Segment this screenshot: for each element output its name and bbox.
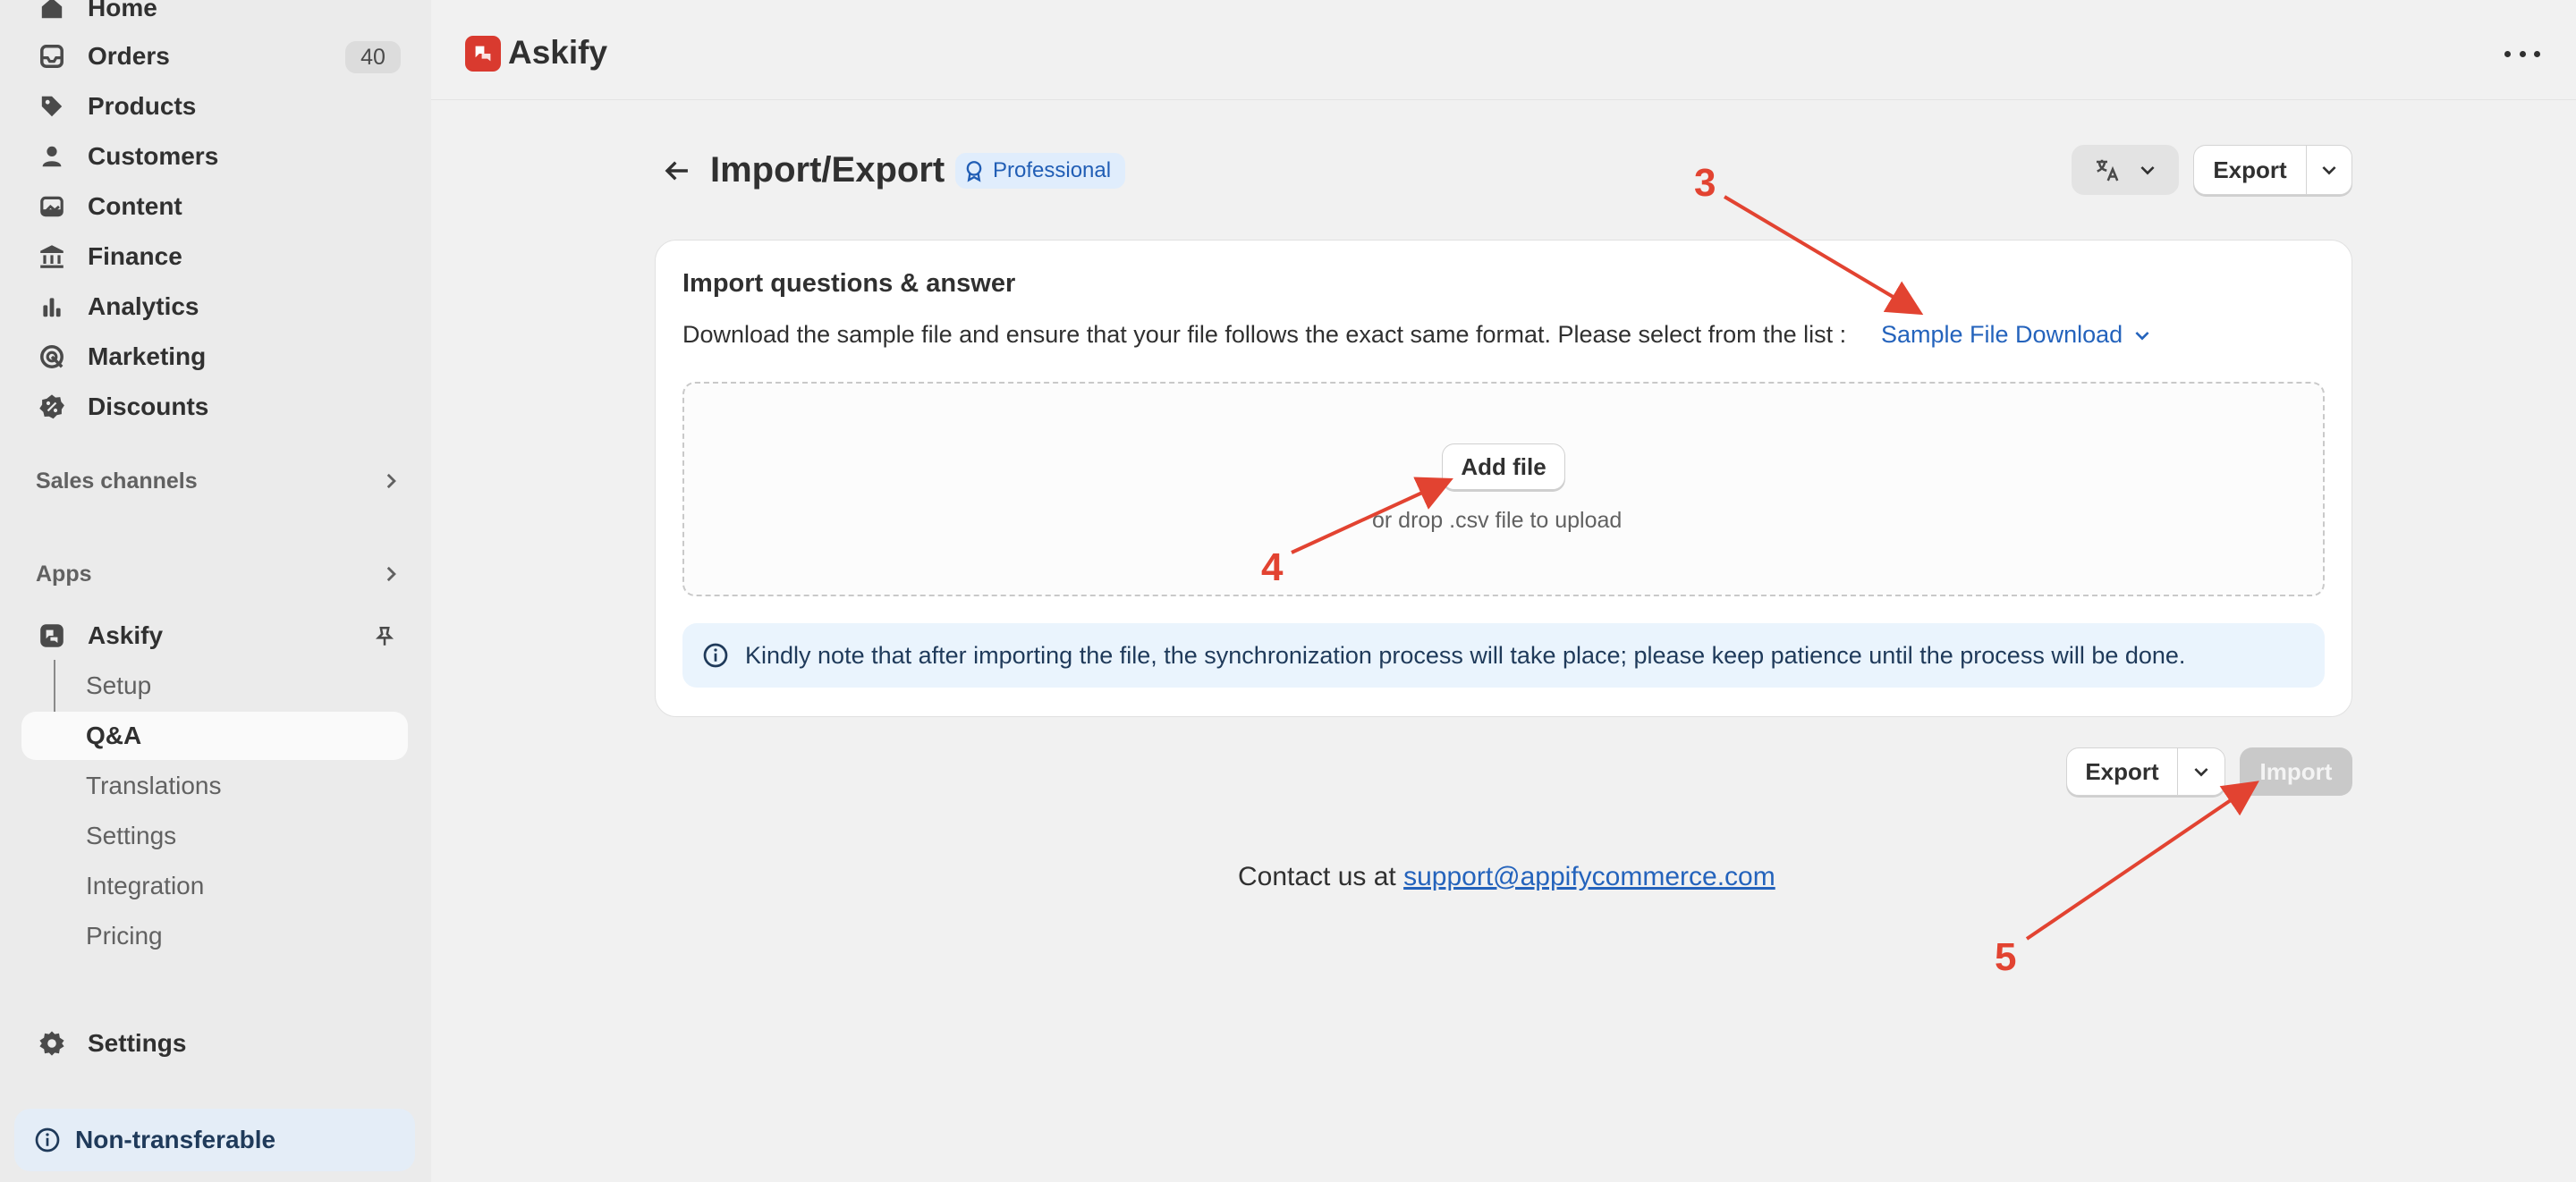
sidebar-sub-label: Pricing — [86, 922, 163, 950]
pin-icon[interactable] — [372, 624, 397, 649]
sidebar-item-products[interactable]: Products — [21, 82, 410, 131]
sidebar-item-label: Marketing — [88, 342, 207, 370]
apps-section[interactable]: Apps — [36, 556, 402, 592]
sidebar-sub-settings[interactable]: Settings — [21, 812, 408, 860]
sidebar-item-label: Settings — [88, 1029, 187, 1057]
sidebar-item-askify[interactable]: Askify — [21, 612, 410, 660]
plan-badge-label: Professional — [993, 158, 1112, 182]
sidebar-item-label: Home — [88, 0, 157, 21]
sidebar-item-discounts[interactable]: Discounts — [21, 383, 410, 431]
back-arrow-icon[interactable] — [662, 156, 692, 186]
image-icon — [36, 190, 68, 223]
tag-icon — [36, 90, 68, 122]
orders-count-badge: 40 — [345, 41, 401, 73]
home-icon — [36, 0, 68, 24]
chevron-right-icon — [386, 566, 396, 582]
card-description: Download the sample file and ensure that… — [682, 321, 1847, 348]
sidebar-item-label: Discounts — [88, 393, 209, 420]
sidebar-item-label: Askify — [88, 621, 164, 649]
sidebar-sub-label: Q&A — [86, 722, 142, 749]
discount-icon — [36, 391, 68, 423]
export-button[interactable]: Export — [2194, 146, 2307, 194]
export-split-button[interactable]: Export — [2193, 145, 2352, 195]
app-header — [431, 0, 2576, 100]
sidebar-item-home[interactable]: Home — [21, 0, 410, 32]
sidebar: Home Orders 40 Products Customers Conten… — [0, 0, 431, 1182]
sidebar-sub-translations[interactable]: Translations — [21, 762, 408, 810]
support-email-link[interactable]: support@appifycommerce.com — [1403, 862, 1775, 891]
award-icon — [966, 161, 982, 182]
chevron-right-icon — [386, 473, 396, 489]
chevron-down-icon — [2140, 166, 2155, 175]
drop-hint: or drop .csv file to upload — [1372, 508, 1623, 533]
sidebar-sub-setup[interactable]: Setup — [21, 662, 408, 710]
sidebar-item-label: Customers — [88, 142, 219, 170]
sidebar-item-label: Content — [88, 192, 182, 220]
person-icon — [36, 140, 68, 173]
contact-line: Contact us at support@appifycommerce.com — [1238, 862, 1775, 892]
plan-badge: Professional — [955, 153, 1126, 189]
sidebar-item-content[interactable]: Content — [21, 182, 410, 231]
apps-label: Apps — [36, 561, 92, 587]
non-transferable-label: Non-transferable — [75, 1126, 276, 1153]
sidebar-sub-integration[interactable]: Integration — [21, 862, 408, 910]
non-transferable-banner[interactable]: Non-transferable — [14, 1109, 415, 1171]
sales-channels-label: Sales channels — [36, 468, 198, 494]
info-icon — [703, 643, 728, 668]
translate-icon — [2097, 159, 2119, 182]
sidebar-item-label: Products — [88, 92, 197, 120]
bar-chart-icon — [36, 291, 68, 323]
target-icon — [36, 341, 68, 373]
sync-notice-text: Kindly note that after importing the fil… — [745, 641, 2186, 669]
chevron-down-icon — [2194, 768, 2208, 777]
sidebar-item-settings[interactable]: Settings — [21, 1019, 410, 1068]
sample-link-label: Sample File Download — [1881, 321, 2123, 348]
sidebar-sub-label: Settings — [86, 822, 177, 849]
card-title: Import questions & answer — [682, 269, 1016, 298]
sidebar-item-orders[interactable]: Orders 40 — [21, 32, 410, 80]
sales-channels-section[interactable]: Sales channels — [36, 463, 402, 499]
export-button[interactable]: Export — [2067, 748, 2178, 795]
export-menu-toggle[interactable] — [2178, 748, 2224, 795]
sidebar-sub-label: Translations — [86, 772, 222, 799]
sidebar-item-finance[interactable]: Finance — [21, 232, 410, 281]
info-icon — [35, 1127, 60, 1152]
askify-app-icon — [36, 620, 68, 652]
sidebar-item-label: Finance — [88, 242, 182, 270]
export-menu-toggle[interactable] — [2307, 146, 2351, 194]
chevron-down-icon — [2322, 166, 2336, 175]
askify-logo-icon — [465, 36, 501, 72]
annotation-number-3: 3 — [1694, 161, 1716, 205]
sidebar-sub-qa[interactable]: Q&A — [21, 712, 408, 760]
sample-file-download-link[interactable]: Sample File Download — [1881, 321, 2153, 349]
sidebar-item-customers[interactable]: Customers — [21, 132, 410, 181]
inbox-icon — [36, 40, 68, 72]
app-name: Askify — [508, 34, 608, 71]
annotation-arrow-5 — [2025, 781, 2259, 941]
contact-prefix: Contact us at — [1238, 862, 1396, 891]
sidebar-sub-label: Setup — [86, 671, 152, 699]
export-split-button-bottom[interactable]: Export — [2066, 747, 2225, 796]
more-actions-icon[interactable] — [2504, 39, 2540, 68]
sidebar-item-analytics[interactable]: Analytics — [21, 283, 410, 331]
annotation-number-4: 4 — [1261, 545, 1284, 589]
annotation-number-5: 5 — [1995, 935, 2017, 979]
language-selector-button[interactable] — [2072, 145, 2179, 195]
sidebar-item-marketing[interactable]: Marketing — [21, 333, 410, 381]
sidebar-sub-pricing[interactable]: Pricing — [21, 912, 408, 960]
sidebar-item-label: Orders — [88, 42, 170, 70]
sidebar-item-label: Analytics — [88, 292, 199, 320]
sidebar-sub-label: Integration — [86, 872, 205, 899]
import-button[interactable]: Import — [2240, 747, 2352, 796]
chevron-down-icon — [2135, 331, 2149, 340]
add-file-button[interactable]: Add file — [1442, 443, 1565, 490]
page-title: Import/Export — [710, 150, 945, 190]
bank-icon — [36, 241, 68, 273]
gear-icon — [36, 1027, 68, 1060]
sync-notice-banner: Kindly note that after importing the fil… — [682, 623, 2325, 688]
